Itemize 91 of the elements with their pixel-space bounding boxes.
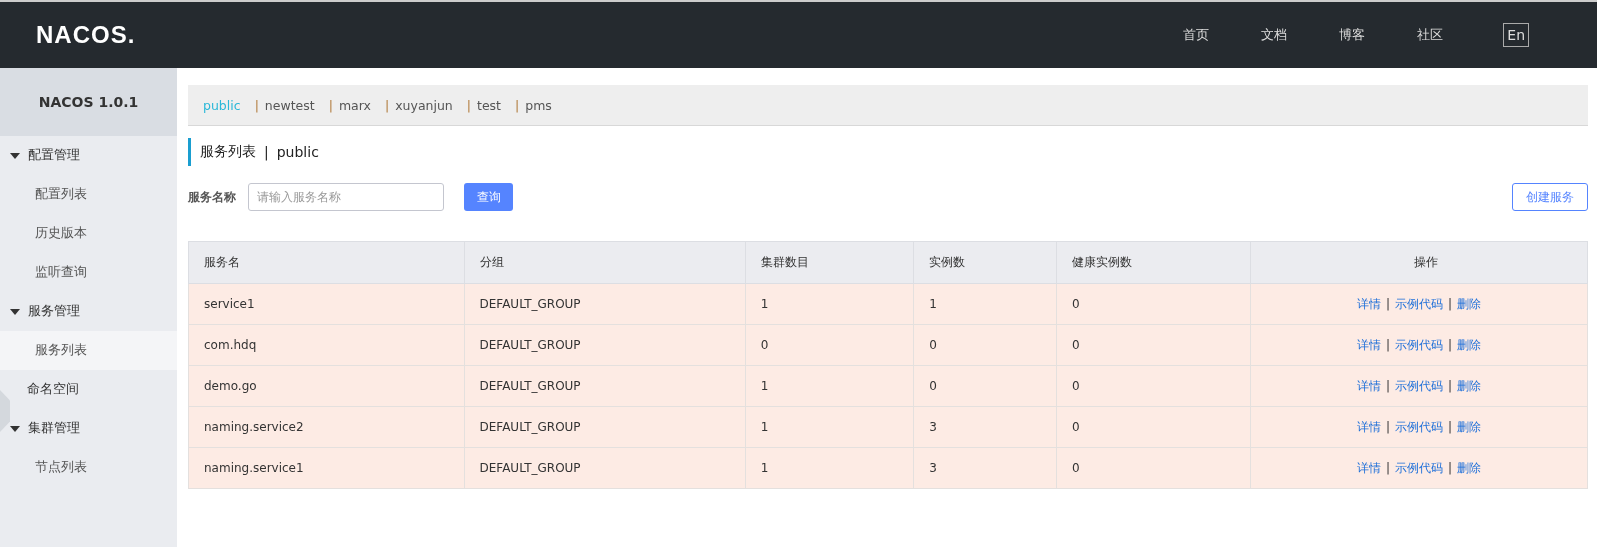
table-cell: 1 [745, 447, 914, 489]
table-cell: DEFAULT_GROUP [464, 406, 746, 448]
namespace-tab[interactable]: test [477, 97, 502, 113]
column-header: 集群数目 [745, 241, 914, 284]
table-cell: 1 [745, 283, 914, 325]
table-cell: 0 [1056, 324, 1251, 366]
separator: | [1448, 378, 1453, 393]
table-cell: DEFAULT_GROUP [464, 324, 746, 366]
table-cell: 0 [1056, 447, 1251, 489]
sidebar-item[interactable]: 历史版本 [0, 214, 177, 253]
namespace-tab[interactable]: pms [525, 97, 552, 113]
nav-link[interactable]: 首页 [1183, 26, 1210, 44]
separator: | [1386, 337, 1391, 352]
table-cell: 0 [1056, 406, 1251, 448]
search-field[interactable]: 请输入服务名称 [248, 183, 444, 211]
column-header: 分组 [464, 241, 746, 284]
separator: | [254, 97, 259, 113]
separator: | [1386, 378, 1391, 393]
language-button[interactable]: En [1503, 23, 1529, 47]
column-header: 实例数 [913, 241, 1057, 284]
action-link[interactable]: 详情 [1357, 337, 1381, 352]
namespace-name: public [276, 144, 319, 160]
action-link[interactable]: 示例代码 [1395, 337, 1444, 352]
separator: | [384, 97, 390, 113]
sidebar-group[interactable]: 集群管理 [10, 409, 177, 448]
action-link[interactable]: 删除 [1457, 419, 1482, 434]
table-cell: 0 [1056, 365, 1251, 407]
separator: | [1386, 460, 1391, 475]
nav-link[interactable]: 博客 [1339, 26, 1366, 44]
action-link[interactable]: 详情 [1357, 419, 1381, 434]
query-button[interactable]: 查询 [464, 183, 513, 211]
table-cell: 1 [745, 365, 914, 407]
caret-icon [10, 150, 20, 161]
separator: | [1386, 296, 1391, 311]
table-cell: DEFAULT_GROUP [464, 447, 746, 489]
caret-icon [10, 306, 20, 317]
separator: | [466, 97, 471, 113]
action-link[interactable]: 详情 [1357, 378, 1381, 393]
namespace-tab[interactable]: marx [338, 97, 371, 113]
action-link[interactable]: 详情 [1357, 460, 1381, 475]
namespace-tab[interactable]: xuyanjun [395, 97, 453, 113]
action-link[interactable]: 删除 [1457, 337, 1482, 352]
table-cell: 0 [745, 324, 914, 366]
sidebar-item[interactable]: 配置列表 [0, 175, 177, 214]
separator: | [1448, 419, 1453, 434]
table-cell: naming.service2 [188, 406, 464, 448]
sidebar-group[interactable]: 配置管理 [10, 136, 177, 175]
namespace-tab[interactable]: newtest [264, 97, 315, 113]
column-header: 健康实例数 [1056, 241, 1251, 284]
table-cell: 1 [745, 406, 914, 448]
table-cell: 3 [913, 447, 1057, 489]
action-link[interactable]: 示例代码 [1395, 378, 1444, 393]
sidebar-item[interactable]: 监听查询 [0, 253, 177, 292]
action-link[interactable]: 详情 [1357, 296, 1381, 311]
table-cell: com.hdq [188, 324, 464, 366]
action-link[interactable]: 删除 [1457, 296, 1482, 311]
table-cell: 1 [913, 283, 1057, 325]
column-header: 服务名 [188, 241, 464, 284]
nav-link[interactable]: 文档 [1261, 26, 1288, 44]
action-link[interactable]: 示例代码 [1395, 419, 1444, 434]
table-cell: 0 [913, 365, 1057, 407]
table-cell: DEFAULT_GROUP [464, 283, 746, 325]
table-cell: demo.go [188, 365, 464, 407]
table-cell: service1 [188, 283, 464, 325]
sidebar-title: NACOS 1.0.1 [0, 68, 177, 136]
separator: | [1448, 460, 1453, 475]
create-service-button[interactable]: 创建服务 [1512, 183, 1588, 211]
separator: | [328, 97, 333, 113]
separator: | [515, 97, 520, 113]
title-text: 服务列表 [200, 143, 256, 161]
separator: | [1448, 296, 1453, 311]
field-label: 服务名称 [188, 188, 236, 206]
column-header: 操作 [1250, 241, 1588, 284]
action-link[interactable]: 删除 [1457, 460, 1482, 475]
nav-link[interactable]: 社区 [1417, 26, 1444, 44]
action-link[interactable]: 示例代码 [1395, 460, 1444, 475]
separator: | [1448, 337, 1453, 352]
sidebar-item[interactable]: 命名空间 [10, 370, 177, 409]
action-link[interactable]: 示例代码 [1395, 296, 1444, 311]
separator: | [264, 144, 269, 160]
table-cell: 0 [913, 324, 1057, 366]
table-cell: 3 [913, 406, 1057, 448]
sidebar-item[interactable]: 节点列表 [0, 448, 177, 487]
table-cell: 0 [1056, 283, 1251, 325]
table-cell: DEFAULT_GROUP [464, 365, 746, 407]
separator: | [1386, 419, 1391, 434]
action-link[interactable]: 删除 [1457, 378, 1482, 393]
sidebar-item[interactable]: 服务列表 [0, 331, 177, 370]
logo[interactable]: NACOS. [36, 21, 136, 49]
table-cell: naming.service1 [188, 447, 464, 489]
sidebar-group[interactable]: 服务管理 [10, 292, 177, 331]
